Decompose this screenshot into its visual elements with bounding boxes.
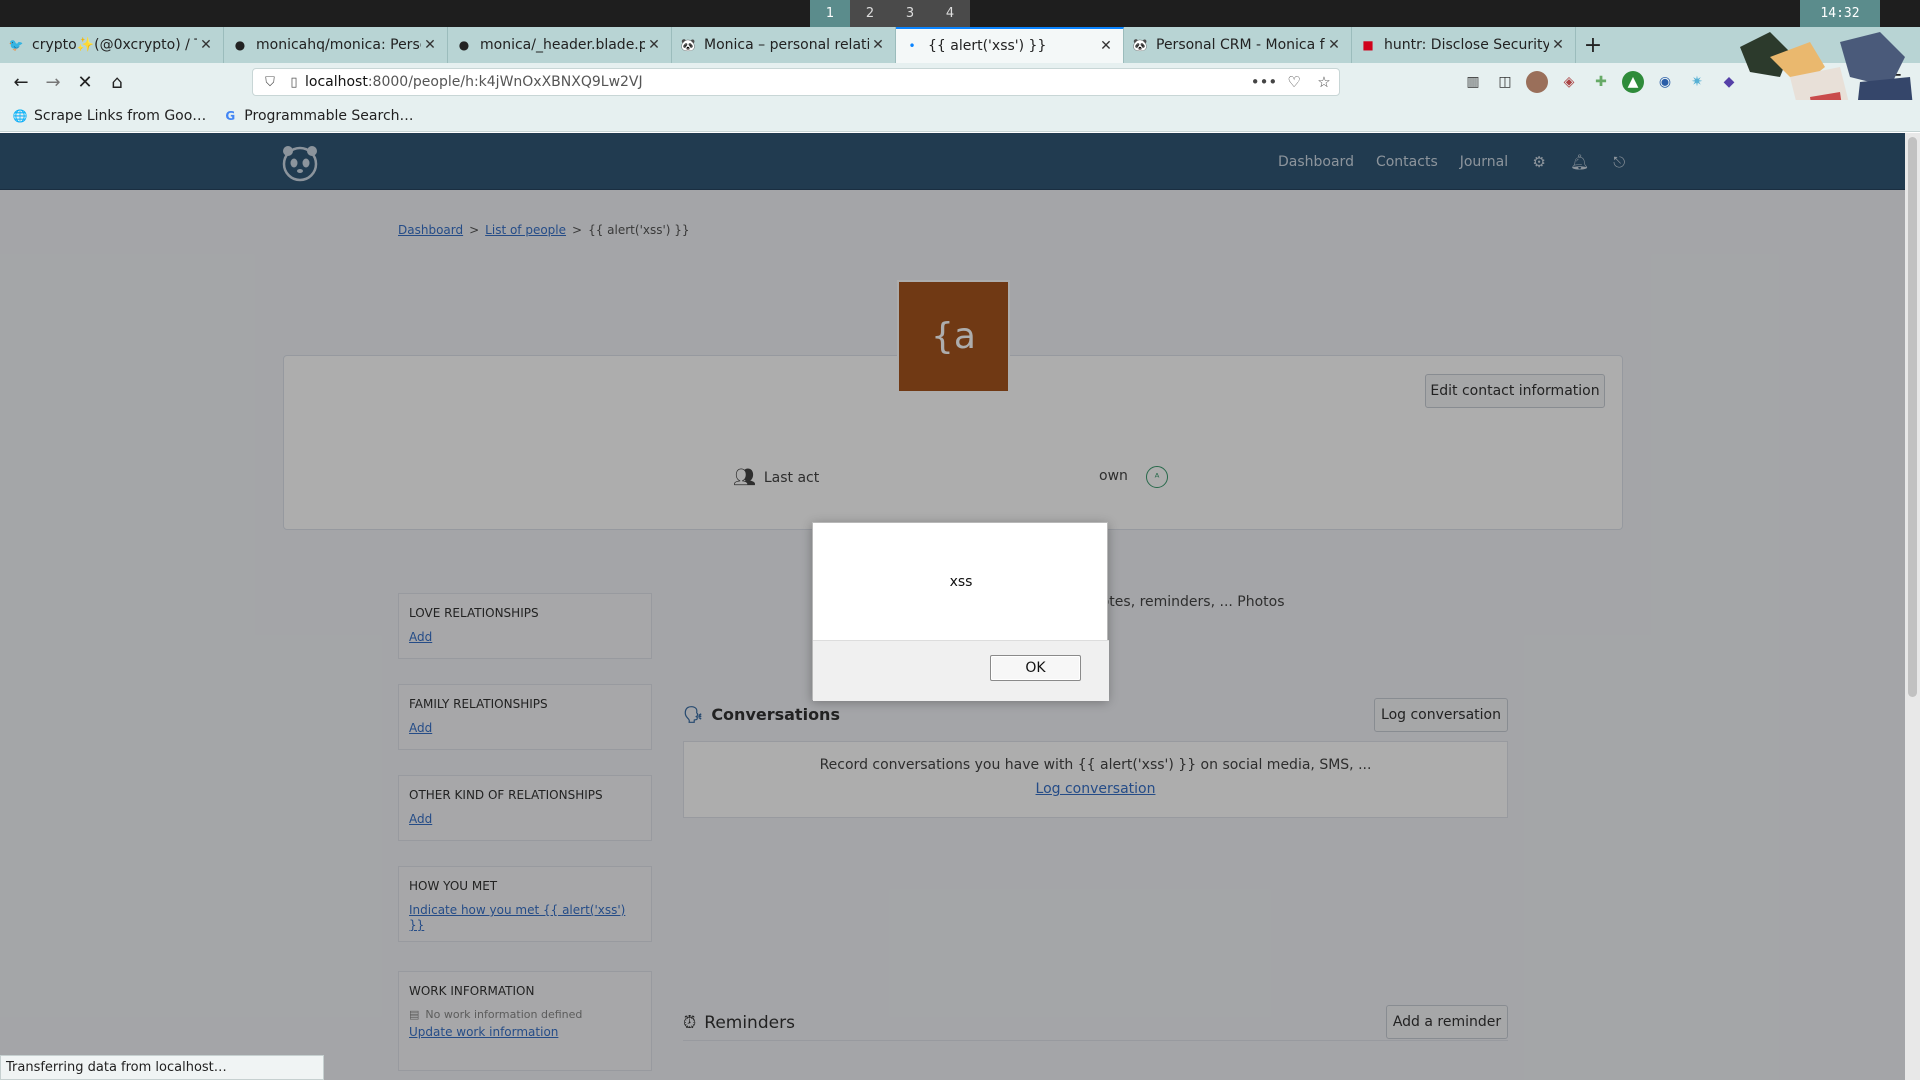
tab-label: Personal CRM - Monica for: [1156, 37, 1325, 53]
alert-footer: OK: [813, 640, 1109, 701]
tab-label: {{ alert('xss') }}: [928, 38, 1047, 54]
tab-label: monicahq/monica: Personal CRM: [256, 37, 421, 53]
tab-github-header[interactable]: ● monica/_header.blade.php ✕: [448, 27, 672, 63]
extension-avatar-icon[interactable]: [1526, 71, 1548, 93]
pocket-icon[interactable]: ♡: [1279, 73, 1309, 91]
page-icon[interactable]: ▯: [283, 75, 305, 90]
shield-icon[interactable]: ⛉: [257, 75, 283, 90]
tab-personal-crm[interactable]: 🐼 Personal CRM - Monica for ✕: [1124, 27, 1352, 63]
tab-label: monica/_header.blade.php: [480, 37, 645, 53]
ok-button[interactable]: OK: [990, 655, 1081, 681]
extension-circle-icon[interactable]: ▲: [1622, 71, 1644, 93]
alert-message: xss: [949, 573, 973, 590]
tab-huntr[interactable]: ■ huntr: Disclose Security Vulnerability…: [1352, 27, 1576, 63]
github-icon: ●: [234, 38, 246, 52]
arrow-left-icon: ←: [13, 71, 29, 93]
close-icon[interactable]: ✕: [645, 37, 663, 53]
page-viewport: Dashboard Contacts Journal ⚙ 🔔︎ ⎋ Dashbo…: [0, 133, 1905, 1080]
tab-monica[interactable]: 🐼 Monica – personal relationship manager…: [672, 27, 896, 63]
globe-icon: 🌐: [12, 108, 28, 123]
bookmark-label: Programmable Search…: [244, 107, 414, 124]
workspace-2[interactable]: 2: [850, 0, 890, 27]
page-scrollbar[interactable]: [1905, 133, 1920, 1080]
tab-label: Monica – personal relationship manager: [704, 37, 869, 53]
bookmarks-bar: 🌐 Scrape Links from Goo… G Programmable …: [0, 100, 1920, 132]
workspace-4[interactable]: 4: [930, 0, 970, 27]
huntr-icon: ■: [1362, 38, 1374, 52]
close-icon[interactable]: ✕: [1549, 37, 1567, 53]
toolbar-extensions: ▥ ◫ ◈ ✚ ▲ ◉ ✷ ◆: [1462, 71, 1740, 93]
tab-label: crypto✨(@0xcrypto) / Twitter: [32, 37, 197, 53]
browser-nav-bar: ← → ✕ ⌂ ⛉ ▯ localhost:8000/people/h:k4jW…: [0, 63, 1920, 100]
close-icon[interactable]: ✕: [421, 37, 439, 53]
home-button[interactable]: ⌂: [102, 67, 132, 97]
workspace-3[interactable]: 3: [890, 0, 930, 27]
monica-icon: 🐼: [1132, 38, 1148, 52]
monica-icon: 🐼: [680, 38, 696, 52]
close-icon[interactable]: ✕: [1097, 38, 1115, 54]
library-icon[interactable]: ▥: [1462, 71, 1484, 93]
system-top-bar: 1 2 3 4 14:32: [0, 0, 1920, 27]
close-icon[interactable]: ✕: [197, 37, 215, 53]
browser-tab-strip: 🐦 crypto✨(@0xcrypto) / Twitter ✕ ● monic…: [0, 27, 1920, 63]
home-icon: ⌂: [111, 71, 123, 93]
forward-button[interactable]: →: [38, 67, 68, 97]
tab-github-monica[interactable]: ● monicahq/monica: Personal CRM ✕: [224, 27, 448, 63]
github-icon: ●: [458, 38, 470, 52]
extension-puzzle-icon[interactable]: ✚: [1590, 71, 1612, 93]
google-icon: G: [225, 108, 236, 123]
scrollbar-thumb[interactable]: [1908, 137, 1917, 697]
bookmark-label: Scrape Links from Goo…: [34, 107, 207, 124]
stop-button[interactable]: ✕: [70, 67, 100, 97]
close-icon[interactable]: ✕: [1325, 37, 1343, 53]
close-icon[interactable]: ✕: [869, 37, 887, 53]
workspace-switcher: 1 2 3 4: [810, 0, 970, 27]
url-text[interactable]: localhost:8000/people/h:k4jWnOxXBNXQ9Lw2…: [305, 74, 1249, 90]
close-icon: ✕: [77, 71, 93, 93]
extension-globe-icon[interactable]: ◉: [1654, 71, 1676, 93]
sidebar-icon[interactable]: ◫: [1494, 71, 1516, 93]
loading-dot-icon: •: [908, 39, 916, 53]
tab-xss-active[interactable]: • {{ alert('xss') }} ✕: [896, 27, 1124, 63]
new-tab-button[interactable]: +: [1580, 27, 1606, 63]
back-button[interactable]: ←: [6, 67, 36, 97]
arrow-right-icon: →: [45, 71, 61, 93]
twitter-icon: 🐦: [8, 38, 24, 52]
alert-dialog: xss OK: [812, 522, 1109, 701]
bookmark-programmable-search[interactable]: G Programmable Search…: [222, 108, 413, 124]
bookmark-scrape-links[interactable]: 🌐 Scrape Links from Goo…: [12, 107, 207, 124]
star-icon[interactable]: ☆: [1309, 73, 1339, 91]
tab-label: huntr: Disclose Security Vulnerability: [1384, 37, 1549, 53]
status-bar: Transferring data from localhost…: [0, 1055, 324, 1080]
extension-shield-icon[interactable]: ◈: [1558, 71, 1580, 93]
extension-react-icon[interactable]: ✷: [1686, 71, 1708, 93]
workspace-1[interactable]: 1: [810, 0, 850, 27]
more-actions-icon[interactable]: •••: [1249, 73, 1279, 91]
tab-twitter[interactable]: 🐦 crypto✨(@0xcrypto) / Twitter ✕: [0, 27, 224, 63]
url-bar[interactable]: ⛉ ▯ localhost:8000/people/h:k4jWnOxXBNXQ…: [252, 68, 1340, 96]
clock: 14:32: [1800, 0, 1880, 27]
